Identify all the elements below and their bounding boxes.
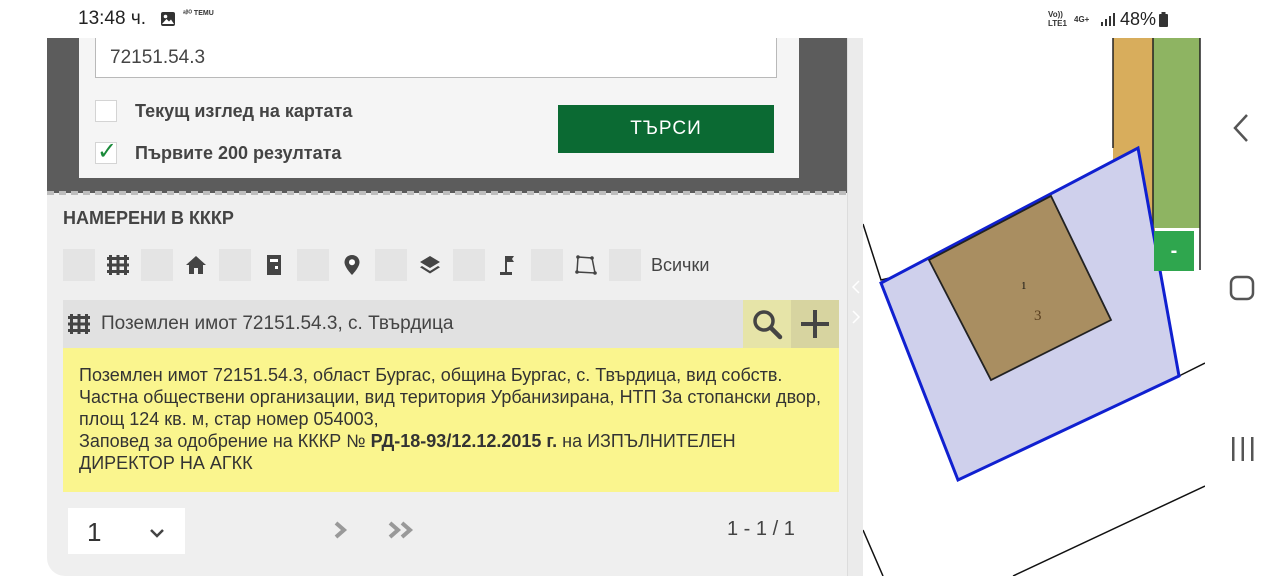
first-200-checkbox[interactable]: ✓ <box>95 138 118 165</box>
result-item-header[interactable]: Поземлен имот 72151.54.3, с. Твърдица <box>63 300 839 348</box>
filter-toggle-grid[interactable] <box>63 249 95 281</box>
status-indicators: Vo)) LTE1 4G+ 48% <box>1048 8 1169 30</box>
filter-toggle-all[interactable] <box>609 249 641 281</box>
search-icon <box>753 310 783 340</box>
system-nav-bar <box>1205 0 1280 576</box>
search-button[interactable]: ТЪРСИ <box>558 105 774 153</box>
result-count: 1 - 1 / 1 <box>727 518 795 540</box>
order-prefix: Заповед за одобрение на КККР № <box>79 431 366 451</box>
app-window: Текущ изглед на картата ✓ Първите 200 ре… <box>47 38 1205 576</box>
parcel-number: 3 <box>1034 308 1042 324</box>
battery-percent: 48% <box>1120 8 1157 29</box>
building-number: 1 <box>1021 280 1027 292</box>
zoom-to-result-button[interactable] <box>743 300 791 348</box>
photo-icon <box>161 12 175 26</box>
result-item-details: Поземлен имот 72151.54.3, област Бургас,… <box>63 348 839 492</box>
neighbor-strip-green <box>1153 38 1200 228</box>
last-page-icon[interactable] <box>387 520 415 540</box>
search-input[interactable] <box>95 38 777 78</box>
status-time: 13:48 ч. <box>78 8 147 29</box>
search-card: Текущ изглед на картата ✓ Първите 200 ре… <box>79 38 799 178</box>
house-icon[interactable] <box>173 249 219 281</box>
temu-notification: ᵃᵝᴼ TEMU <box>183 10 214 17</box>
map-view[interactable]: 1 3 - <box>863 38 1205 576</box>
filter-toggle-house[interactable] <box>141 249 173 281</box>
plus-icon <box>801 310 829 338</box>
next-page-icon[interactable] <box>332 520 348 540</box>
collapse-left-icon[interactable] <box>851 280 861 294</box>
grid-icon <box>68 314 90 334</box>
search-block: Текущ изглед на картата ✓ Първите 200 ре… <box>47 38 847 195</box>
signal-icon <box>1101 13 1115 26</box>
filter-toggle-flag[interactable] <box>453 249 485 281</box>
building-icon[interactable] <box>251 249 297 281</box>
home-icon[interactable] <box>1229 274 1255 302</box>
page-select[interactable]: 1 <box>68 508 185 554</box>
chevron-down-icon <box>150 529 164 538</box>
zoom-out-button[interactable]: - <box>1154 231 1194 271</box>
network-type-indicator: 4G+ <box>1074 14 1090 24</box>
add-result-button[interactable] <box>791 300 839 348</box>
search-panel: Текущ изглед на картата ✓ Първите 200 ре… <box>47 38 847 576</box>
map-canvas[interactable]: 1 3 <box>863 38 1205 576</box>
result-description: Поземлен имот 72151.54.3, област Бургас,… <box>79 365 821 429</box>
road-boundary-lower <box>863 485 1205 576</box>
layers-icon[interactable] <box>407 249 453 281</box>
option-first-200[interactable]: ✓ Първите 200 резултата <box>95 138 342 165</box>
order-number: РД-18-93/12.12.2015 г. <box>370 431 558 451</box>
filter-all-label[interactable]: Всички <box>651 255 709 276</box>
recent-apps-icon[interactable] <box>1229 435 1257 463</box>
results-heading: НАМЕРЕНИ В КККР <box>63 208 234 228</box>
filter-toggle-polygon[interactable] <box>531 249 563 281</box>
first-200-label: Първите 200 резултата <box>135 142 342 163</box>
battery-icon <box>1159 11 1169 27</box>
back-icon[interactable] <box>1227 112 1255 144</box>
volte-indicator: Vo)) LTE1 <box>1048 10 1067 28</box>
road-boundary-right <box>1178 362 1205 377</box>
checkmark-icon: ✓ <box>97 138 118 165</box>
dashed-divider <box>47 191 847 195</box>
option-current-view[interactable]: Текущ изглед на картата <box>95 100 352 122</box>
expand-right-icon[interactable] <box>851 310 861 324</box>
page-select-value: 1 <box>87 517 102 547</box>
current-view-checkbox[interactable] <box>95 100 117 122</box>
status-bar: 13:48 ч. ᵃᵝᴼ TEMU Vo)) LTE1 4G+ 48% <box>0 0 1205 38</box>
result-filter-bar: Всички <box>63 248 709 282</box>
panel-splitter[interactable] <box>847 38 863 576</box>
filter-toggle-pin[interactable] <box>297 249 329 281</box>
pin-icon[interactable] <box>329 249 375 281</box>
filter-toggle-layers[interactable] <box>375 249 407 281</box>
current-view-label: Текущ изглед на картата <box>135 100 353 121</box>
grid-icon[interactable] <box>95 249 141 281</box>
filter-toggle-building[interactable] <box>219 249 251 281</box>
flag-icon[interactable] <box>485 249 531 281</box>
polygon-icon[interactable] <box>563 249 609 281</box>
result-item-title: Поземлен имот 72151.54.3, с. Твърдица <box>101 313 454 334</box>
